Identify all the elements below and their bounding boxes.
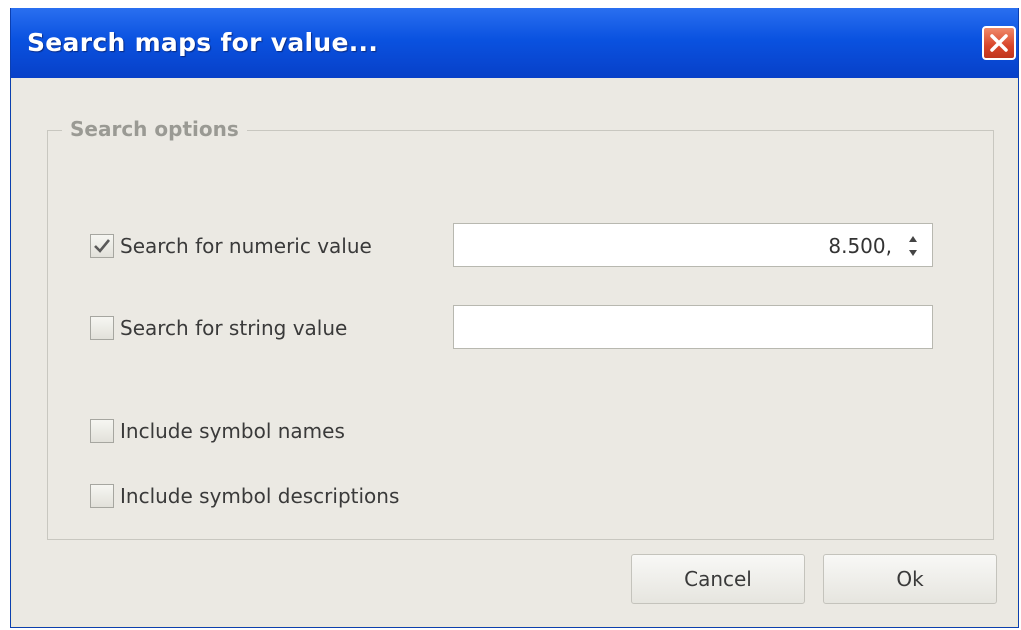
include-descriptions-row[interactable]: Include symbol descriptions [90,481,399,511]
group-legend: Search options [62,117,247,141]
window-title: Search maps for value... [27,28,379,57]
numeric-checkbox[interactable] [90,234,114,258]
dialog-body: Search options Search for numeric value … [13,78,1016,626]
numeric-label: Search for numeric value [120,234,372,258]
checkmark-icon [94,239,111,253]
cancel-button[interactable]: Cancel [631,554,805,604]
include-names-label: Include symbol names [120,419,345,443]
include-descriptions-label: Include symbol descriptions [120,484,400,508]
string-value-input[interactable] [453,305,933,349]
search-options-group: Search options Search for numeric value … [47,117,994,540]
include-descriptions-checkbox[interactable] [90,484,114,508]
dialog-window: Search maps for value... Search options … [10,8,1019,628]
ok-button[interactable]: Ok [823,554,997,604]
numeric-value: 8.500, [828,234,892,258]
string-option-row[interactable]: Search for string value [90,313,347,343]
title-bar[interactable]: Search maps for value... [11,8,1018,78]
string-label: Search for string value [120,316,348,340]
numeric-value-input[interactable]: 8.500, [453,223,933,267]
numeric-option-row[interactable]: Search for numeric value [90,231,372,261]
close-icon [990,34,1008,52]
string-checkbox[interactable] [90,316,114,340]
spinner-arrows-icon[interactable] [906,230,920,262]
include-names-row[interactable]: Include symbol names [90,416,345,446]
include-names-checkbox[interactable] [90,419,114,443]
close-button[interactable] [982,26,1016,60]
